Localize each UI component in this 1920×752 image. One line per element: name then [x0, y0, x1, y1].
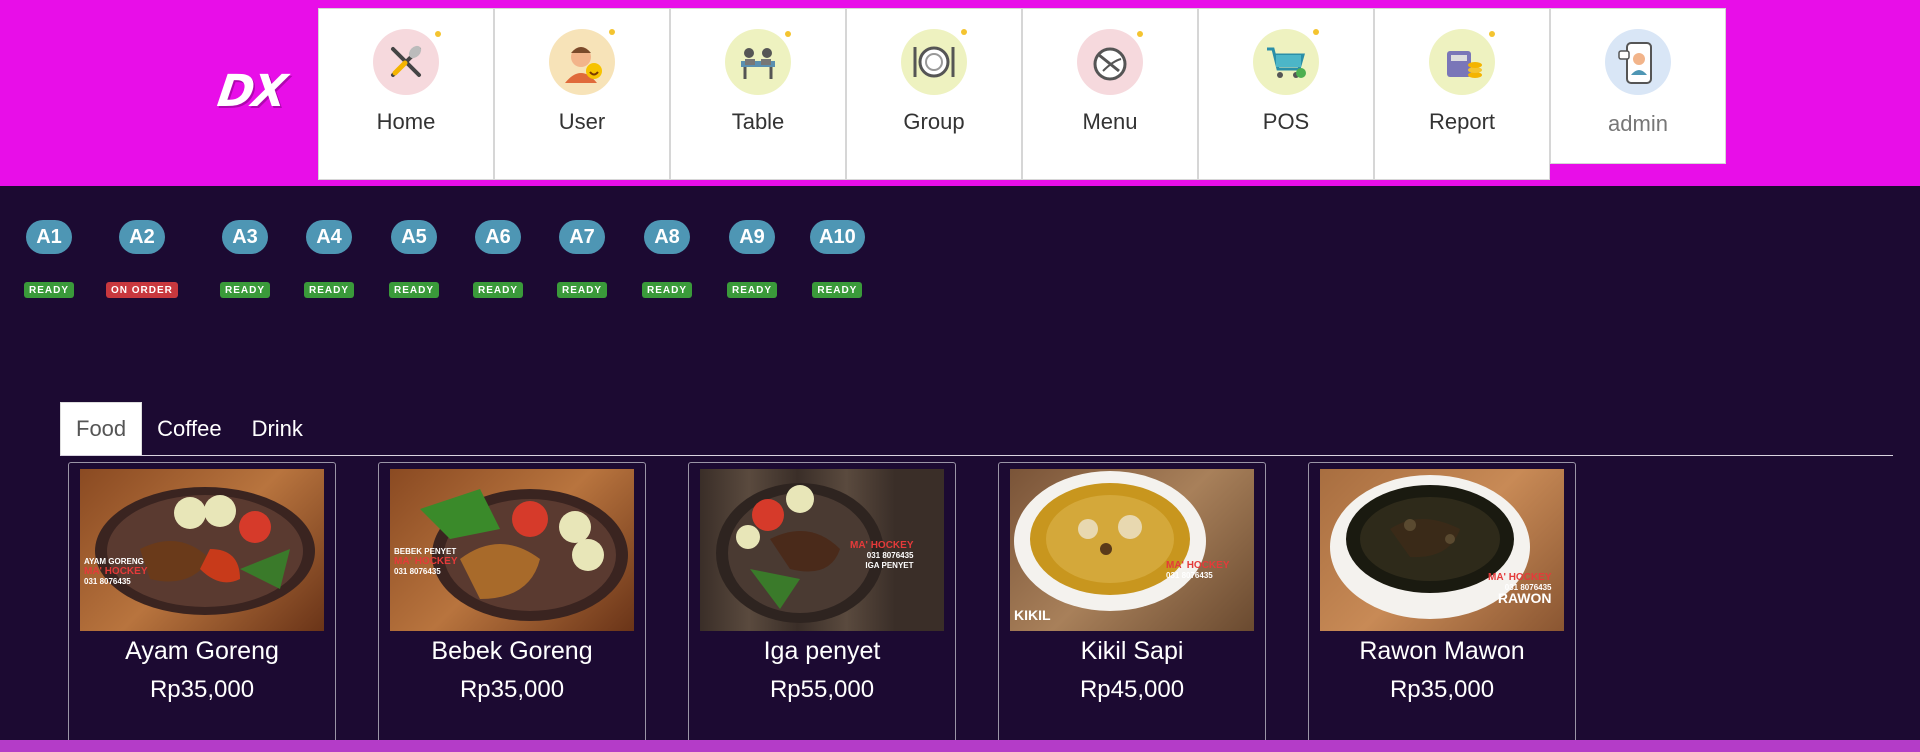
table-status-list: A1 READY A2 ON ORDER A3 READY A4 READY A… — [0, 220, 900, 310]
table-button[interactable]: A1 — [26, 220, 72, 254]
main-nav: Home User Table Group Menu POS Report ad… — [318, 8, 1726, 180]
photo-watermark: AYAM GORENG MA' HOCKEY 031 8076435 — [84, 557, 148, 586]
status-badge: READY — [304, 282, 355, 298]
table-button[interactable]: A9 — [729, 220, 775, 254]
table-a8[interactable]: A8 READY — [642, 220, 693, 298]
nav-admin[interactable]: admin — [1550, 8, 1726, 164]
table-a1[interactable]: A1 READY — [24, 220, 75, 298]
table-a4[interactable]: A4 READY — [304, 220, 355, 298]
table-button[interactable]: A5 — [391, 220, 437, 254]
cash-register-icon — [1429, 29, 1495, 95]
table-button[interactable]: A7 — [559, 220, 605, 254]
product-card-bebek-goreng[interactable]: BEBEK PENYET MA' HOCKEY 031 8076435 Bebek … — [378, 462, 646, 752]
top-navigation-bar: DX Home User Table Group Menu POS Report… — [0, 0, 1920, 186]
nav-table[interactable]: Table — [670, 8, 846, 180]
status-badge: READY — [557, 282, 608, 298]
product-price: Rp35,000 — [459, 676, 565, 703]
fork-spoon-icon — [373, 29, 441, 95]
product-price: Rp45,000 — [1079, 676, 1185, 703]
app-logo[interactable]: DX — [214, 66, 288, 117]
nav-home[interactable]: Home — [318, 8, 494, 180]
status-badge: READY — [389, 282, 440, 298]
photo-watermark: BEBEK PENYET MA' HOCKEY 031 8076435 — [394, 547, 458, 576]
product-name: Bebek Goreng — [431, 637, 593, 665]
table-meeting-icon — [725, 29, 791, 95]
table-button[interactable]: A10 — [810, 220, 865, 254]
table-button[interactable]: A6 — [475, 220, 521, 254]
table-button[interactable]: A2 — [118, 220, 165, 254]
plate-cutlery-icon — [901, 29, 967, 95]
table-a2[interactable]: A2 ON ORDER — [106, 220, 178, 298]
product-name: Rawon Mawon — [1359, 637, 1525, 665]
nav-user[interactable]: User — [494, 8, 670, 180]
product-price: Rp35,000 — [149, 676, 255, 703]
product-image: BEBEK PENYET MA' HOCKEY 031 8076435 — [390, 469, 634, 631]
product-price: Rp55,000 — [769, 676, 875, 703]
user-avatar-icon — [549, 29, 615, 95]
table-a10[interactable]: A10 READY — [810, 220, 865, 298]
nav-pos-label: POS — [1262, 109, 1310, 134]
table-a9[interactable]: A9 READY — [727, 220, 778, 298]
category-tabs: Food Coffee Drink — [60, 402, 1893, 456]
nav-home-label: Home — [376, 109, 436, 134]
nav-user-label: User — [558, 109, 606, 134]
dish-menu-icon — [1077, 29, 1143, 95]
status-badge: READY — [473, 282, 524, 298]
table-button[interactable]: A4 — [306, 220, 352, 254]
bottom-accent-bar — [0, 740, 1920, 752]
photo-watermark: MA' HOCKEY 031 8076435 — [1166, 560, 1230, 581]
photo-caption: KIKIL — [1014, 607, 1051, 623]
product-name: Ayam Goreng — [125, 637, 279, 665]
nav-menu-label: Menu — [1082, 109, 1138, 134]
product-grid: AYAM GORENG MA' HOCKEY 031 8076435 Ayam Go… — [68, 462, 1618, 752]
shopping-cart-icon — [1253, 29, 1319, 95]
table-button[interactable]: A3 — [222, 220, 268, 254]
status-badge: READY — [220, 282, 271, 298]
nav-report-label: Report — [1428, 109, 1496, 134]
product-card-kikil-sapi[interactable]: MA' HOCKEY 031 8076435 KIKIL Kikil Sapi R… — [998, 462, 1266, 752]
product-name: Kikil Sapi — [1080, 637, 1184, 665]
photo-watermark: MA' HOCKEY 031 8076435 IGA PENYET — [850, 540, 914, 571]
status-badge: READY — [24, 282, 75, 298]
table-a6[interactable]: A6 READY — [473, 220, 524, 298]
tab-coffee[interactable]: Coffee — [142, 402, 236, 455]
table-a5[interactable]: A5 READY — [389, 220, 440, 298]
nav-menu[interactable]: Menu — [1022, 8, 1198, 180]
product-image: MA' HOCKEY 031 8076435 RAWON — [1320, 469, 1564, 631]
product-card-rawon-mawon[interactable]: MA' HOCKEY 031 8076435 RAWON Rawon Mawon R… — [1308, 462, 1576, 752]
nav-admin-label: admin — [1608, 111, 1668, 136]
photo-watermark: MA' HOCKEY 031 8076435 RAWON — [1488, 572, 1552, 606]
table-button[interactable]: A8 — [644, 220, 690, 254]
status-badge: READY — [812, 282, 863, 298]
nav-group-label: Group — [903, 109, 965, 134]
product-image: MA' HOCKEY 031 8076435 IGA PENYET — [700, 469, 944, 631]
table-a7[interactable]: A7 READY — [557, 220, 608, 298]
product-price: Rp35,000 — [1389, 676, 1495, 703]
product-card-ayam-goreng[interactable]: AYAM GORENG MA' HOCKEY 031 8076435 Ayam Go… — [68, 462, 336, 752]
product-card-iga-penyet[interactable]: MA' HOCKEY 031 8076435 IGA PENYET Iga peny… — [688, 462, 956, 752]
nav-group[interactable]: Group — [846, 8, 1022, 180]
status-badge: READY — [727, 282, 778, 298]
tab-food[interactable]: Food — [60, 402, 143, 455]
tab-drink[interactable]: Drink — [237, 402, 318, 455]
nav-pos[interactable]: POS — [1198, 8, 1374, 180]
admin-phone-icon — [1605, 29, 1671, 95]
product-image: AYAM GORENG MA' HOCKEY 031 8076435 — [80, 469, 324, 631]
nav-report[interactable]: Report — [1374, 8, 1550, 180]
nav-table-label: Table — [731, 109, 785, 134]
product-name: Iga penyet — [763, 637, 881, 665]
status-badge: ON ORDER — [106, 282, 178, 298]
status-badge: READY — [642, 282, 693, 298]
table-a3[interactable]: A3 READY — [220, 220, 271, 298]
product-image: MA' HOCKEY 031 8076435 KIKIL — [1010, 469, 1254, 631]
